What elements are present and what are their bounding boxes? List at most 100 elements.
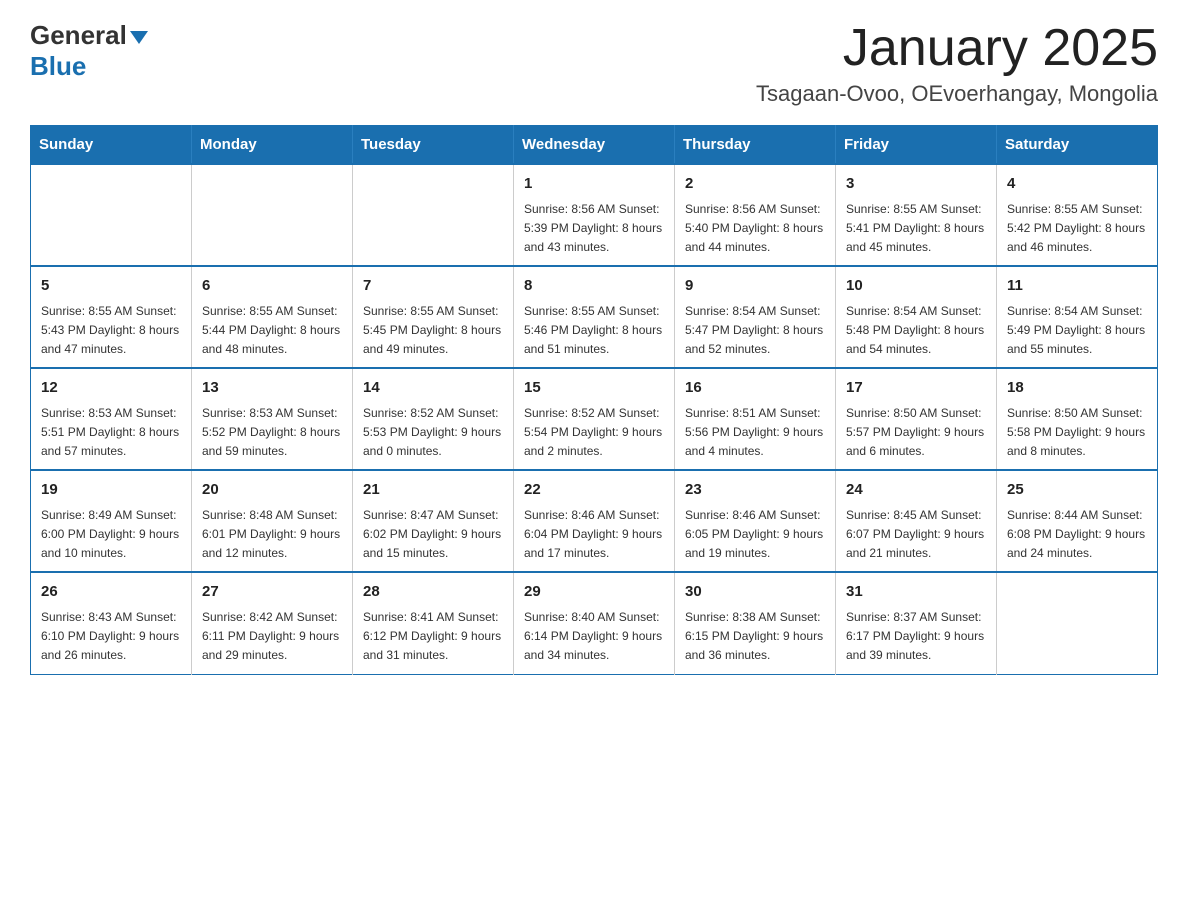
day-info: Sunrise: 8:54 AM Sunset: 5:48 PM Dayligh…	[846, 302, 986, 360]
day-number: 18	[1007, 377, 1147, 400]
calendar-header-friday: Friday	[836, 126, 997, 165]
calendar-day-1: 1 Sunrise: 8:56 AM Sunset: 5:39 PM Daylig…	[514, 164, 675, 266]
calendar-day-12: 12 Sunrise: 8:53 AM Sunset: 5:51 PM Dayli…	[31, 368, 192, 470]
day-number: 19	[41, 479, 181, 502]
calendar-day-13: 13 Sunrise: 8:53 AM Sunset: 5:52 PM Dayli…	[192, 368, 353, 470]
calendar-day-23: 23 Sunrise: 8:46 AM Sunset: 6:05 PM Dayli…	[675, 470, 836, 572]
day-number: 30	[685, 581, 825, 604]
calendar-day-14: 14 Sunrise: 8:52 AM Sunset: 5:53 PM Dayli…	[353, 368, 514, 470]
day-number: 28	[363, 581, 503, 604]
day-number: 20	[202, 479, 342, 502]
day-number: 29	[524, 581, 664, 604]
calendar-week-row: 19Sunrise: 8:49 AM Sunset: 6:00 PM Dayli…	[31, 470, 1158, 572]
calendar-day-25: 25Sunrise: 8:44 AM Sunset: 6:08 PM Dayli…	[997, 470, 1158, 572]
day-number: 13	[202, 377, 342, 400]
calendar-day-30: 30 Sunrise: 8:38 AM Sunset: 6:15 PM Dayli…	[675, 572, 836, 674]
day-info: Sunrise: 8:42 AM Sunset: 6:11 PM Dayligh…	[202, 608, 342, 666]
calendar-day-8: 8Sunrise: 8:55 AM Sunset: 5:46 PM Daylig…	[514, 266, 675, 368]
day-number: 23	[685, 479, 825, 502]
calendar-header-thursday: Thursday	[675, 126, 836, 165]
day-info: Sunrise: 8:52 AM Sunset: 5:54 PM Dayligh…	[524, 404, 664, 462]
logo-blue-text: Blue	[30, 51, 86, 82]
day-number: 10	[846, 275, 986, 298]
day-number: 5	[41, 275, 181, 298]
day-info: Sunrise: 8:55 AM Sunset: 5:43 PM Dayligh…	[41, 302, 181, 360]
logo: General Blue	[30, 20, 148, 82]
calendar-day-7: 7Sunrise: 8:55 AM Sunset: 5:45 PM Daylig…	[353, 266, 514, 368]
day-number: 12	[41, 377, 181, 400]
page-header: General Blue January 2025 Tsagaan-Ovoo, …	[30, 20, 1158, 107]
day-info: Sunrise: 8:53 AM Sunset: 5:52 PM Dayligh…	[202, 404, 342, 462]
calendar-week-row: 1 Sunrise: 8:56 AM Sunset: 5:39 PM Daylig…	[31, 164, 1158, 266]
day-info: Sunrise: 8:44 AM Sunset: 6:08 PM Dayligh…	[1007, 506, 1147, 564]
day-info: Sunrise: 8:37 AM Sunset: 6:17 PM Dayligh…	[846, 608, 986, 666]
day-number: 14	[363, 377, 503, 400]
day-number: 22	[524, 479, 664, 502]
day-number: 3	[846, 173, 986, 196]
calendar-week-row: 26 Sunrise: 8:43 AM Sunset: 6:10 PM Dayli…	[31, 572, 1158, 674]
day-info: Sunrise: 8:55 AM Sunset: 5:41 PM Dayligh…	[846, 200, 986, 258]
calendar-empty-cell	[997, 572, 1158, 674]
calendar-header-row: SundayMondayTuesdayWednesdayThursdayFrid…	[31, 126, 1158, 165]
day-info: Sunrise: 8:54 AM Sunset: 5:49 PM Dayligh…	[1007, 302, 1147, 360]
day-info: Sunrise: 8:50 AM Sunset: 5:58 PM Dayligh…	[1007, 404, 1147, 462]
day-info: Sunrise: 8:43 AM Sunset: 6:10 PM Dayligh…	[41, 608, 181, 666]
calendar-day-19: 19Sunrise: 8:49 AM Sunset: 6:00 PM Dayli…	[31, 470, 192, 572]
day-number: 7	[363, 275, 503, 298]
calendar-week-row: 5 Sunrise: 8:55 AM Sunset: 5:43 PM Daylig…	[31, 266, 1158, 368]
calendar-day-6: 6Sunrise: 8:55 AM Sunset: 5:44 PM Daylig…	[192, 266, 353, 368]
calendar-day-27: 27Sunrise: 8:42 AM Sunset: 6:11 PM Dayli…	[192, 572, 353, 674]
calendar-header-wednesday: Wednesday	[514, 126, 675, 165]
calendar-day-10: 10 Sunrise: 8:54 AM Sunset: 5:48 PM Dayli…	[836, 266, 997, 368]
day-info: Sunrise: 8:56 AM Sunset: 5:39 PM Dayligh…	[524, 200, 664, 258]
day-number: 26	[41, 581, 181, 604]
calendar-day-29: 29 Sunrise: 8:40 AM Sunset: 6:14 PM Dayli…	[514, 572, 675, 674]
day-info: Sunrise: 8:46 AM Sunset: 6:05 PM Dayligh…	[685, 506, 825, 564]
day-info: Sunrise: 8:56 AM Sunset: 5:40 PM Dayligh…	[685, 200, 825, 258]
calendar-day-24: 24 Sunrise: 8:45 AM Sunset: 6:07 PM Dayli…	[836, 470, 997, 572]
calendar-day-17: 17Sunrise: 8:50 AM Sunset: 5:57 PM Dayli…	[836, 368, 997, 470]
calendar-day-28: 28 Sunrise: 8:41 AM Sunset: 6:12 PM Dayli…	[353, 572, 514, 674]
day-number: 4	[1007, 173, 1147, 196]
calendar-day-5: 5 Sunrise: 8:55 AM Sunset: 5:43 PM Daylig…	[31, 266, 192, 368]
logo-arrow-icon	[130, 31, 148, 44]
page-subtitle: Tsagaan-Ovoo, OEvoerhangay, Mongolia	[756, 81, 1158, 107]
calendar-day-31: 31 Sunrise: 8:37 AM Sunset: 6:17 PM Dayli…	[836, 572, 997, 674]
logo-general-text: General	[30, 20, 127, 51]
calendar-empty-cell	[31, 164, 192, 266]
day-number: 6	[202, 275, 342, 298]
calendar-day-18: 18 Sunrise: 8:50 AM Sunset: 5:58 PM Dayli…	[997, 368, 1158, 470]
calendar-empty-cell	[192, 164, 353, 266]
calendar-header-sunday: Sunday	[31, 126, 192, 165]
calendar-day-26: 26 Sunrise: 8:43 AM Sunset: 6:10 PM Dayli…	[31, 572, 192, 674]
day-info: Sunrise: 8:38 AM Sunset: 6:15 PM Dayligh…	[685, 608, 825, 666]
title-section: January 2025 Tsagaan-Ovoo, OEvoerhangay,…	[756, 20, 1158, 107]
calendar-day-2: 2Sunrise: 8:56 AM Sunset: 5:40 PM Daylig…	[675, 164, 836, 266]
day-info: Sunrise: 8:54 AM Sunset: 5:47 PM Dayligh…	[685, 302, 825, 360]
day-info: Sunrise: 8:47 AM Sunset: 6:02 PM Dayligh…	[363, 506, 503, 564]
day-info: Sunrise: 8:41 AM Sunset: 6:12 PM Dayligh…	[363, 608, 503, 666]
day-number: 21	[363, 479, 503, 502]
day-number: 17	[846, 377, 986, 400]
day-info: Sunrise: 8:48 AM Sunset: 6:01 PM Dayligh…	[202, 506, 342, 564]
day-info: Sunrise: 8:46 AM Sunset: 6:04 PM Dayligh…	[524, 506, 664, 564]
day-number: 1	[524, 173, 664, 196]
day-info: Sunrise: 8:55 AM Sunset: 5:42 PM Dayligh…	[1007, 200, 1147, 258]
day-info: Sunrise: 8:45 AM Sunset: 6:07 PM Dayligh…	[846, 506, 986, 564]
calendar-day-3: 3 Sunrise: 8:55 AM Sunset: 5:41 PM Daylig…	[836, 164, 997, 266]
calendar-day-11: 11 Sunrise: 8:54 AM Sunset: 5:49 PM Dayli…	[997, 266, 1158, 368]
calendar-header-saturday: Saturday	[997, 126, 1158, 165]
day-number: 31	[846, 581, 986, 604]
day-info: Sunrise: 8:52 AM Sunset: 5:53 PM Dayligh…	[363, 404, 503, 462]
day-info: Sunrise: 8:51 AM Sunset: 5:56 PM Dayligh…	[685, 404, 825, 462]
calendar-table: SundayMondayTuesdayWednesdayThursdayFrid…	[30, 125, 1158, 674]
day-info: Sunrise: 8:40 AM Sunset: 6:14 PM Dayligh…	[524, 608, 664, 666]
day-info: Sunrise: 8:55 AM Sunset: 5:46 PM Dayligh…	[524, 302, 664, 360]
calendar-week-row: 12 Sunrise: 8:53 AM Sunset: 5:51 PM Dayli…	[31, 368, 1158, 470]
calendar-day-9: 9Sunrise: 8:54 AM Sunset: 5:47 PM Daylig…	[675, 266, 836, 368]
calendar-day-22: 22 Sunrise: 8:46 AM Sunset: 6:04 PM Dayli…	[514, 470, 675, 572]
day-number: 24	[846, 479, 986, 502]
day-info: Sunrise: 8:53 AM Sunset: 5:51 PM Dayligh…	[41, 404, 181, 462]
day-number: 16	[685, 377, 825, 400]
day-number: 11	[1007, 275, 1147, 298]
